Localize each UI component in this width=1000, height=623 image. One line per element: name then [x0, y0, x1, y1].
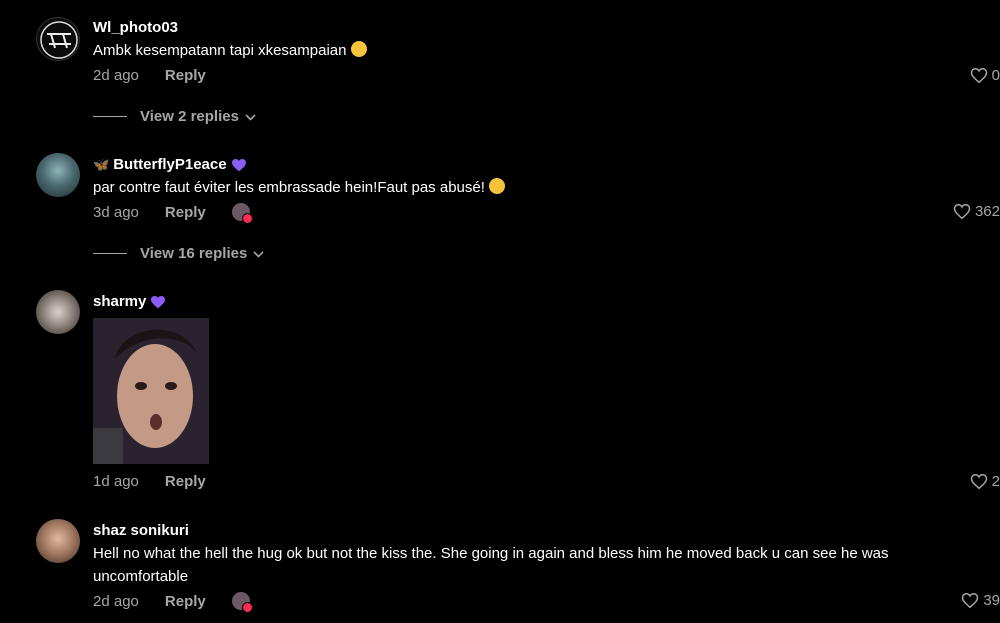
reply-button[interactable]: Reply [165, 593, 206, 610]
divider-line [93, 116, 127, 117]
comment-username[interactable]: Wl_photo03 [93, 19, 178, 36]
avatar[interactable] [36, 519, 80, 563]
like-button[interactable]: 362 [953, 203, 1000, 220]
heart-icon [953, 203, 971, 220]
reaction-face-image [93, 318, 209, 464]
purple-heart-icon [151, 295, 166, 308]
butterfly-emoji-icon: 🦋 [93, 156, 110, 172]
reply-button[interactable]: Reply [165, 473, 206, 490]
like-count: 0 [991, 67, 1000, 84]
comment-timestamp: 2d ago [93, 592, 139, 610]
creator-liked-avatar [231, 592, 253, 613]
comment-sticker-image[interactable] [93, 318, 209, 464]
heart-icon [970, 473, 987, 490]
avatar[interactable] [36, 290, 80, 334]
avatar[interactable] [36, 153, 80, 197]
view-replies-button[interactable]: View 2 replies [93, 108, 256, 125]
laughing-emoji-icon [350, 41, 367, 57]
purple-heart-icon [231, 158, 246, 171]
comment-username[interactable]: sharmy [93, 293, 166, 310]
heart-icon [962, 592, 979, 609]
reply-button[interactable]: Reply [165, 204, 206, 221]
avatar-logo-icon [40, 21, 78, 59]
liked-heart-icon [241, 602, 253, 613]
comment-text: Ambk kesempatann tapi xkesampaian [93, 39, 367, 62]
heart-icon [970, 67, 987, 84]
like-button[interactable]: 0 [970, 67, 1000, 84]
chevron-down-icon [245, 108, 256, 125]
comment-timestamp: 2d ago [93, 67, 139, 84]
like-button[interactable]: 39 [961, 592, 1000, 609]
like-button[interactable]: 2 [970, 473, 1000, 490]
like-count: 362 [974, 203, 1000, 220]
comment-username[interactable]: shaz sonikuri [93, 522, 189, 539]
avatar[interactable] [36, 17, 80, 61]
creator-liked-avatar [231, 203, 253, 224]
comment-meta: 2d ago Reply [93, 67, 206, 84]
comment-timestamp: 3d ago [93, 203, 139, 221]
comment-text: par contre faut éviter les embrassade he… [93, 176, 506, 199]
like-count: 2 [991, 473, 1000, 490]
reply-button[interactable]: Reply [165, 67, 206, 84]
comment-username[interactable]: 🦋 ButterflyP1eace [93, 156, 247, 173]
comment-text: Hell no what the hell the hug ok but not… [93, 545, 889, 585]
divider-line [93, 253, 127, 254]
comment-meta: 3d ago Reply [93, 203, 253, 224]
liked-heart-icon [241, 213, 253, 224]
comment-meta: 2d ago Reply [93, 592, 253, 613]
comment-meta: 1d ago Reply [93, 473, 206, 490]
comment-timestamp: 1d ago [93, 473, 139, 490]
eye-roll-emoji-icon [489, 178, 506, 194]
view-replies-button[interactable]: View 16 replies [93, 245, 264, 262]
chevron-down-icon [253, 245, 264, 262]
like-count: 39 [983, 592, 1000, 609]
